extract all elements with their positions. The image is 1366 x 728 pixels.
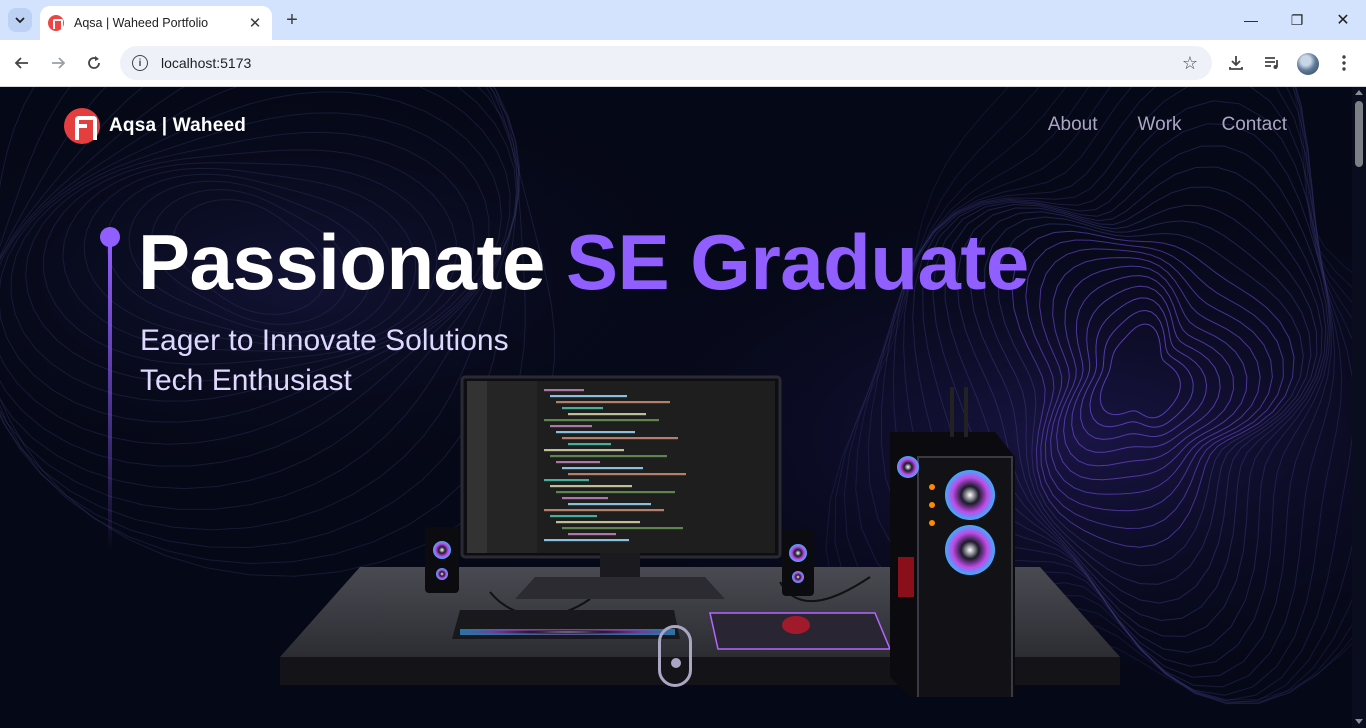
code-line <box>556 521 640 524</box>
arrow-right-icon <box>52 57 66 69</box>
logo-text: Aqsa | Waheed <box>109 115 247 136</box>
bookmark-star-icon[interactable]: ☆ <box>1182 53 1198 74</box>
scroll-indicator-dot <box>671 658 681 668</box>
code-line <box>562 527 683 530</box>
code-line <box>568 473 686 476</box>
left-speaker <box>425 527 459 593</box>
code-line <box>544 389 584 392</box>
arrow-left-icon <box>14 57 28 69</box>
hero-accent-line <box>108 242 112 552</box>
code-line <box>556 461 600 464</box>
media-controls-button[interactable] <box>1258 49 1286 77</box>
pc-case <box>890 387 1015 697</box>
code-line <box>568 413 646 416</box>
browser-toolbar: i localhost:5173 ☆ <box>0 40 1366 87</box>
reload-button[interactable] <box>80 49 108 77</box>
site-info-icon[interactable]: i <box>132 55 148 71</box>
code-line <box>562 467 643 470</box>
browser-tabstrip: Aqsa | Waheed Portfolio ✕ + — ❐ ✕ <box>0 0 1366 40</box>
hero-title-accent: SE Graduate <box>566 218 1029 306</box>
code-line <box>562 437 678 440</box>
minimize-button[interactable]: — <box>1228 0 1274 40</box>
url-text[interactable]: localhost:5173 <box>161 55 1182 71</box>
code-line <box>568 533 616 536</box>
scrollbar-thumb[interactable] <box>1355 101 1363 167</box>
back-button[interactable] <box>8 49 36 77</box>
browser-menu-button[interactable] <box>1330 49 1358 77</box>
code-line <box>550 515 597 518</box>
download-icon <box>1229 56 1243 70</box>
nav-links: About Work Contact <box>1048 114 1287 136</box>
code-line <box>568 443 611 446</box>
hero-subtitle-line-1: Eager to Innovate Solutions <box>140 324 509 357</box>
page-viewport: Aqsa | Waheed About Work Contact Passion… <box>0 87 1366 728</box>
tab-close-icon[interactable]: ✕ <box>246 14 264 32</box>
downloads-button[interactable] <box>1222 49 1250 77</box>
hero-title-main: Passionate <box>138 218 567 306</box>
browser-tab-active[interactable]: Aqsa | Waheed Portfolio ✕ <box>40 6 272 40</box>
nav-link-work[interactable]: Work <box>1138 114 1182 136</box>
code-line <box>550 425 592 428</box>
address-bar[interactable]: i localhost:5173 ☆ <box>120 46 1212 80</box>
kebab-menu-icon <box>1342 55 1346 71</box>
monitor <box>460 375 782 599</box>
playlist-icon <box>1265 57 1278 69</box>
code-line <box>544 479 589 482</box>
site-logo[interactable]: Aqsa | Waheed <box>64 108 246 144</box>
code-line <box>544 509 664 512</box>
nav-link-contact[interactable]: Contact <box>1222 114 1287 136</box>
reload-icon <box>88 56 100 69</box>
code-line <box>562 497 608 500</box>
right-speaker <box>782 530 814 596</box>
forward-button[interactable] <box>44 49 72 77</box>
scroll-down-indicator[interactable] <box>658 625 692 687</box>
window-close-button[interactable]: ✕ <box>1320 0 1366 40</box>
code-line <box>544 539 629 542</box>
code-line <box>544 449 624 452</box>
maximize-button[interactable]: ❐ <box>1274 0 1320 40</box>
site-favicon-icon <box>48 15 64 31</box>
scroll-down-icon[interactable] <box>1355 719 1363 724</box>
hero-title: Passionate SE Graduate <box>138 217 1029 308</box>
keyboard <box>452 610 680 639</box>
new-tab-button[interactable]: + <box>280 8 304 32</box>
logo-icon <box>64 108 100 144</box>
code-line <box>556 431 635 434</box>
mouse-pad <box>709 612 892 650</box>
code-line <box>550 395 627 398</box>
nav-link-about[interactable]: About <box>1048 114 1098 136</box>
code-line <box>550 485 632 488</box>
tab-title: Aqsa | Waheed Portfolio <box>74 16 209 30</box>
code-line <box>556 401 670 404</box>
code-line <box>562 407 603 410</box>
profile-avatar[interactable] <box>1297 53 1319 75</box>
code-line <box>568 503 651 506</box>
tab-search-button[interactable] <box>8 8 32 32</box>
code-line <box>556 491 675 494</box>
code-line <box>544 419 659 422</box>
code-line <box>550 455 667 458</box>
desk-setup-3d-scene[interactable] <box>270 367 1130 697</box>
scroll-up-icon[interactable] <box>1355 90 1363 95</box>
chevron-down-icon <box>15 17 25 24</box>
page-scrollbar[interactable] <box>1352 87 1366 728</box>
